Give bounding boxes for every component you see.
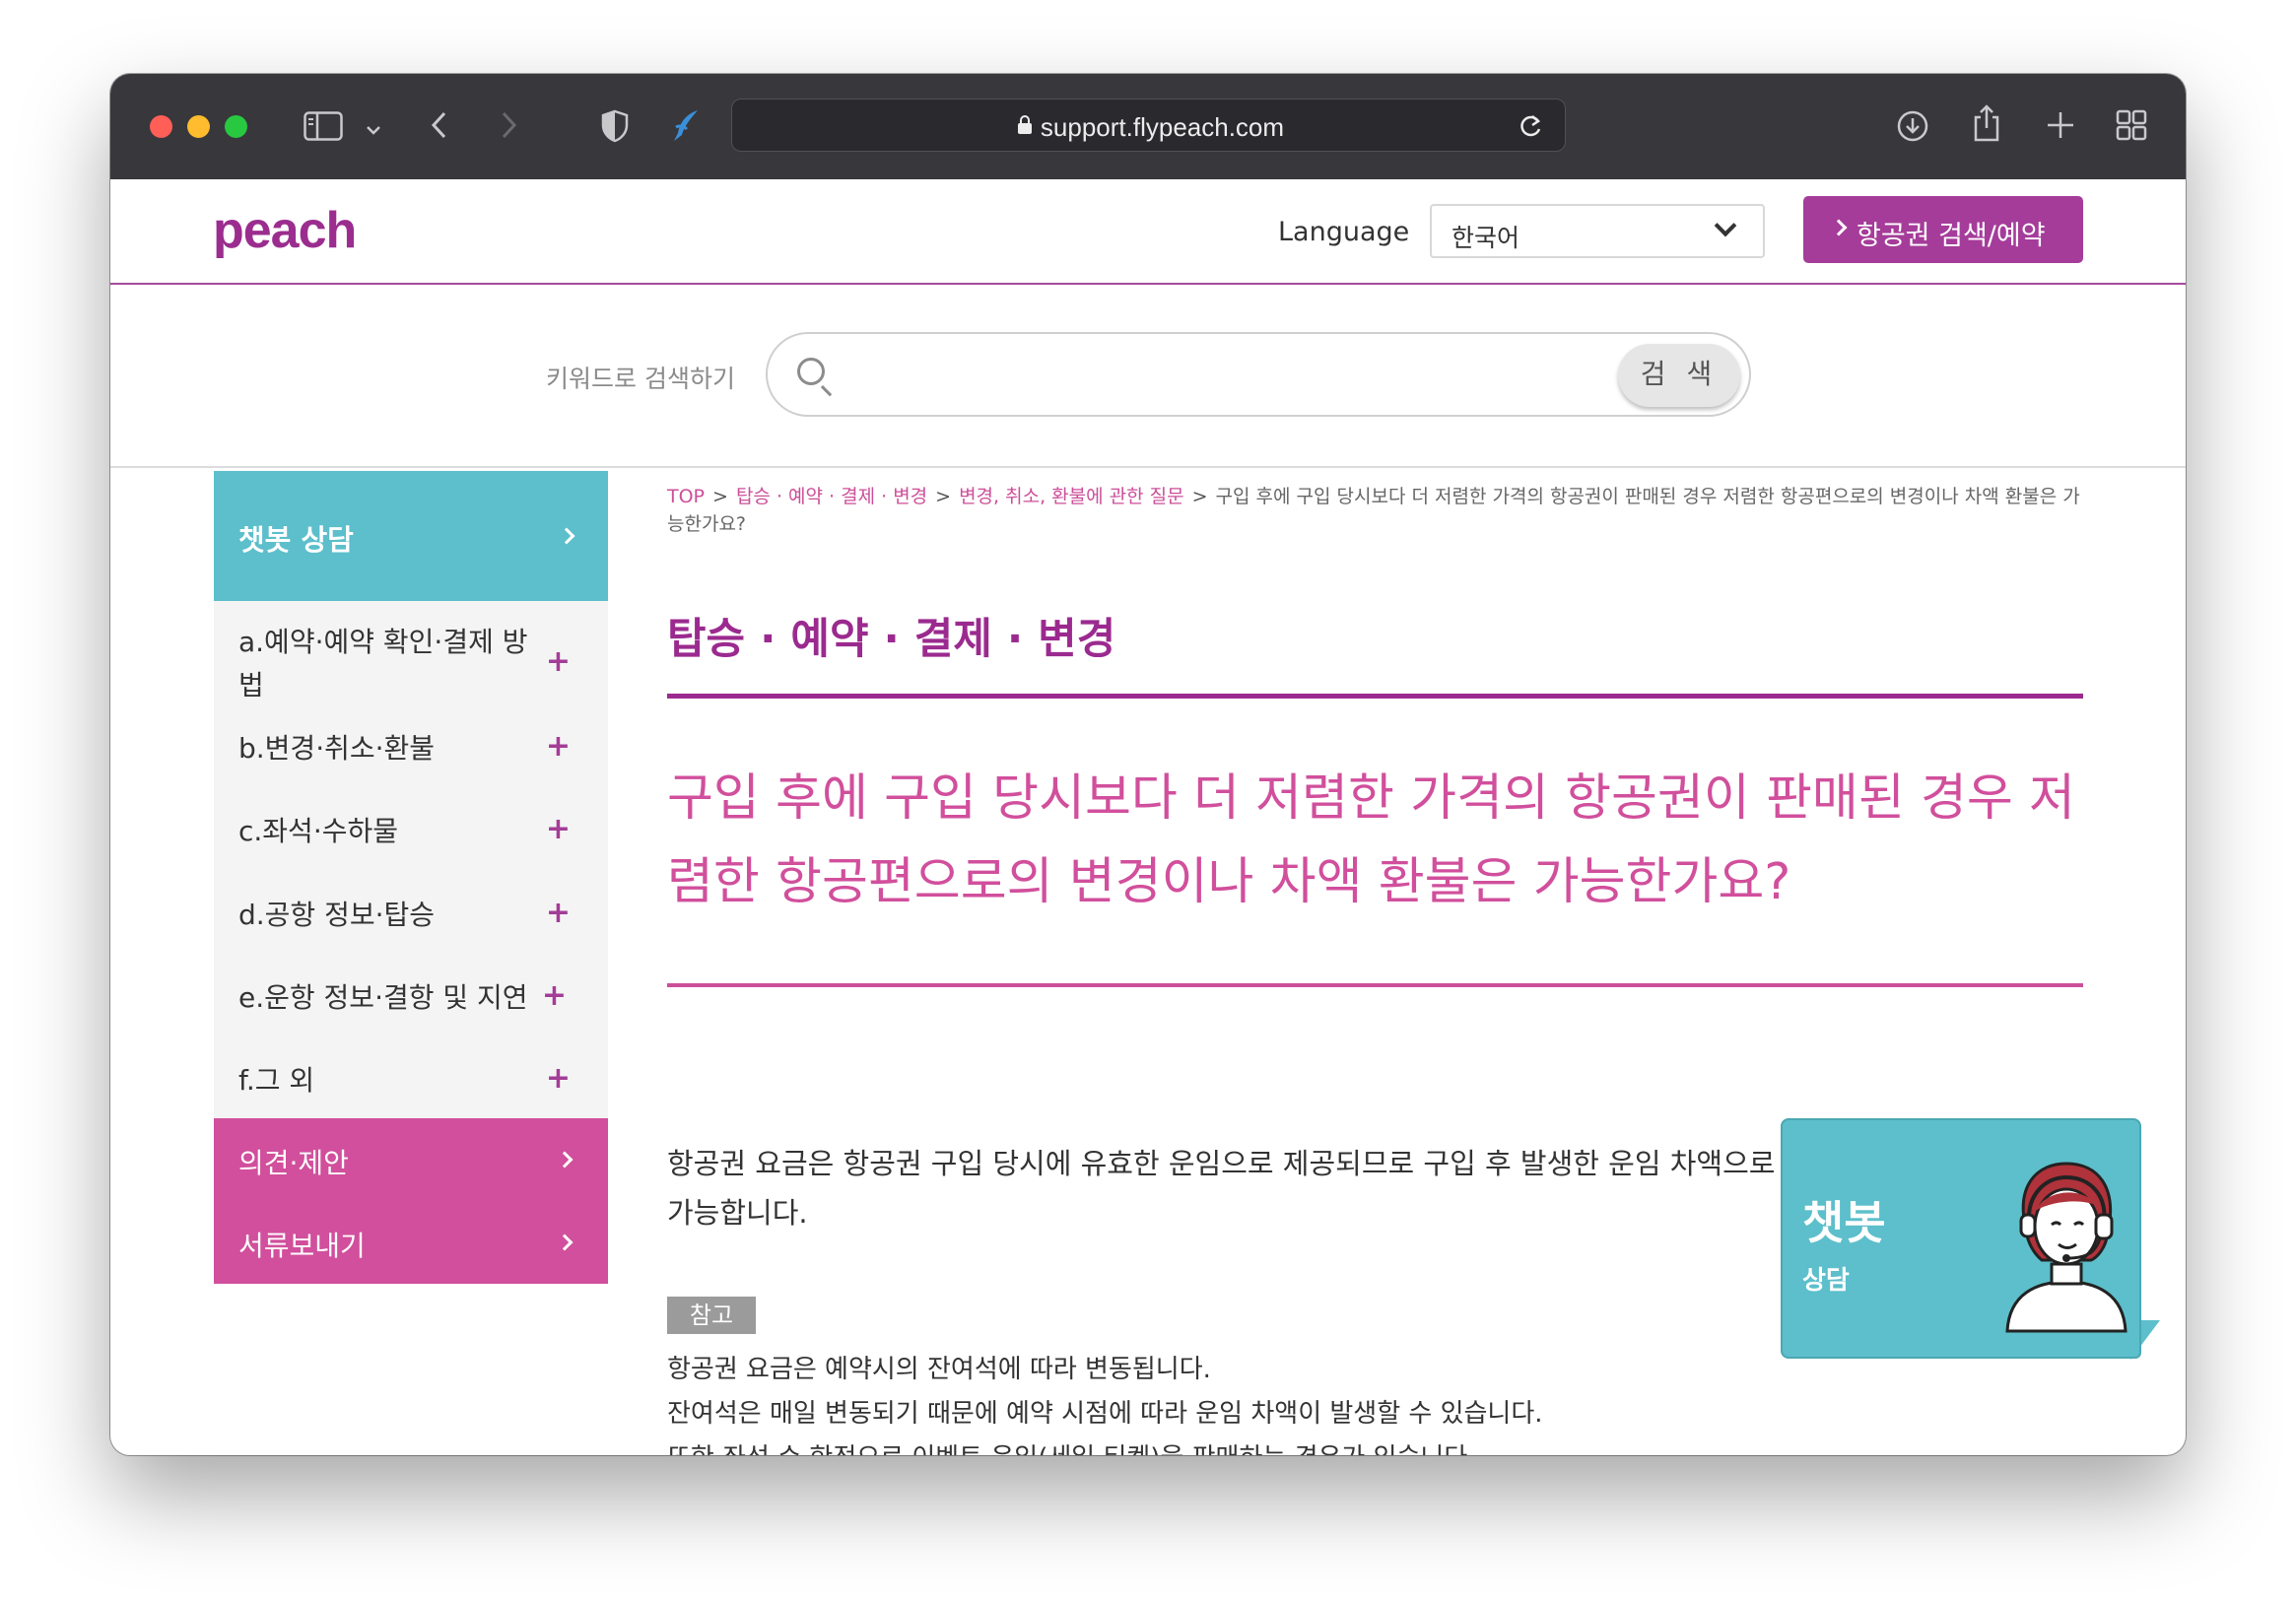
agent-avatar-icon (1997, 1156, 2135, 1337)
question-heading: 구입 후에 구입 당시보다 더 저렴한 가격의 항공권이 판매된 경우 저렴한 … (667, 769, 2075, 911)
minimize-window-button[interactable] (187, 115, 210, 138)
language-label: Language (1278, 217, 1410, 247)
sidebar-chatbot-label: 챗봇 상담 (238, 523, 354, 557)
url-text: support.flypeach.com (1040, 112, 1285, 142)
sidebar-category-label: d.공항 정보·탑승 (238, 899, 436, 931)
reload-icon[interactable] (1518, 112, 1543, 144)
privacy-shield-icon[interactable] (600, 109, 630, 149)
site-header: peach Language 한국어 항공권 검색/예약 (110, 179, 2186, 285)
language-select[interactable]: 한국어 (1430, 204, 1765, 258)
sidebar-category-label: f.그 외 (238, 1064, 315, 1097)
search-icon (797, 358, 825, 385)
section-title: 탑승 · 예약 · 결제 · 변경 (667, 615, 1116, 664)
note-text: 항공권 요금은 예약시의 잔여석에 따라 변동됩니다. 잔여석은 매일 변동되기… (667, 1348, 1543, 1455)
sidebar-chatbot-link[interactable]: 챗봇 상담 (214, 471, 608, 601)
sidebar-feedback-link[interactable]: 의견·제안 (214, 1118, 608, 1201)
book-flight-button[interactable]: 항공권 검색/예약 (1803, 196, 2083, 263)
chatbot-subtitle: 상담 (1802, 1266, 1850, 1296)
section-divider (667, 694, 2083, 699)
search-section: 키워드로 검색하기 검 색 (110, 285, 2186, 468)
note-line: 항공권 요금은 예약시의 잔여석에 따라 변동됩니다. (667, 1355, 1211, 1384)
forward-icon[interactable] (498, 109, 519, 147)
note-line: 또한 좌석 수 한정으로 이벤트 운임(세일 티켓)을 판매하는 경우가 있습니… (667, 1436, 1543, 1455)
chevron-right-icon (558, 527, 575, 545)
chevron-right-icon (556, 1234, 574, 1251)
plus-icon[interactable]: + (546, 896, 571, 930)
sidebar-send-documents-link[interactable]: 서류보내기 (214, 1201, 608, 1284)
back-icon[interactable] (429, 109, 450, 147)
breadcrumb: TOP > 탑승 · 예약 · 결제 · 변경 > 변경, 취소, 환불에 관한 질문 >… (667, 483, 2086, 538)
sidebar-category-a[interactable]: a.예약·예약 확인·결제 방 법 + (214, 601, 608, 725)
new-tab-icon[interactable] (2045, 109, 2076, 147)
browser-window: support.flypeach.com peach Language 한국어 … (110, 74, 2186, 1455)
plus-icon[interactable]: + (546, 729, 571, 764)
sidebar-toggle-icon[interactable] (304, 111, 343, 147)
breadcrumb-separator: > (935, 486, 952, 507)
sidebar-category-f[interactable]: f.그 외 + (214, 1030, 608, 1118)
sidebar-category-label: e.운항 정보·결항 및 지연 (238, 981, 528, 1014)
chatbot-widget[interactable]: 챗봇 상담 (1781, 1118, 2141, 1359)
breadcrumb-link[interactable]: TOP (667, 486, 705, 507)
chevron-down-icon[interactable] (365, 115, 382, 145)
sidebar-send-documents-label: 서류보내기 (238, 1230, 366, 1262)
question-divider (667, 983, 2083, 987)
breadcrumb-link[interactable]: 변경, 취소, 환불에 관한 질문 (959, 486, 1184, 507)
search-button[interactable]: 검 색 (1618, 344, 1740, 407)
search-input[interactable]: 검 색 (766, 332, 1751, 417)
sidebar-feedback-label: 의견·제안 (238, 1147, 349, 1179)
sidebar-category-label: c.좌석·수하물 (238, 815, 398, 847)
peach-logo[interactable]: peach (213, 201, 357, 260)
sidebar-category-d[interactable]: d.공항 정보·탑승 + (214, 864, 608, 947)
browser-toolbar: support.flypeach.com (110, 74, 2186, 179)
plus-icon[interactable]: + (542, 978, 567, 1013)
note-line: 잔여석은 매일 변동되기 때문에 예약 시점에 따라 운임 차액이 발생할 수 … (667, 1399, 1543, 1429)
sidebar-category-b[interactable]: b.변경·취소·환불 + (214, 725, 608, 780)
plus-icon[interactable]: + (546, 644, 571, 679)
chevron-right-icon (1830, 219, 1848, 236)
language-value: 한국어 (1452, 224, 1520, 252)
sidebar-category-label: a.예약·예약 확인·결제 방 법 (238, 626, 528, 701)
downloads-icon[interactable] (1896, 109, 1929, 149)
tab-overview-icon[interactable] (2116, 109, 2147, 147)
plus-icon[interactable]: + (546, 812, 571, 846)
chevron-down-icon (1714, 214, 1737, 237)
chevron-right-icon (556, 1151, 574, 1168)
breadcrumb-link[interactable]: 탑승 · 예약 · 결제 · 변경 (736, 486, 927, 507)
breadcrumb-separator: > (712, 486, 728, 507)
note-badge: 참고 (667, 1297, 756, 1334)
chatbot-title: 챗봇 (1802, 1196, 1886, 1249)
sidebar-category-label: b.변경·취소·환불 (238, 732, 436, 765)
sidebar-category-e[interactable]: e.운항 정보·결항 및 지연 + (214, 947, 608, 1030)
close-window-button[interactable] (150, 115, 172, 138)
search-label: 키워드로 검색하기 (546, 365, 735, 393)
share-icon[interactable] (1972, 103, 2001, 149)
zoom-window-button[interactable] (225, 115, 247, 138)
book-flight-label: 항공권 검색/예약 (1857, 221, 2046, 251)
breadcrumb-separator: > (1191, 486, 1208, 507)
address-bar[interactable]: support.flypeach.com (731, 99, 1566, 152)
extension-bird-icon[interactable] (670, 107, 704, 151)
plus-icon[interactable]: + (546, 1061, 571, 1096)
sidebar-category-c[interactable]: c.좌석·수하물 + (214, 780, 608, 864)
sidebar: 챗봇 상담 a.예약·예약 확인·결제 방 법 + b.변경·취소·환불 + c… (214, 471, 608, 1284)
